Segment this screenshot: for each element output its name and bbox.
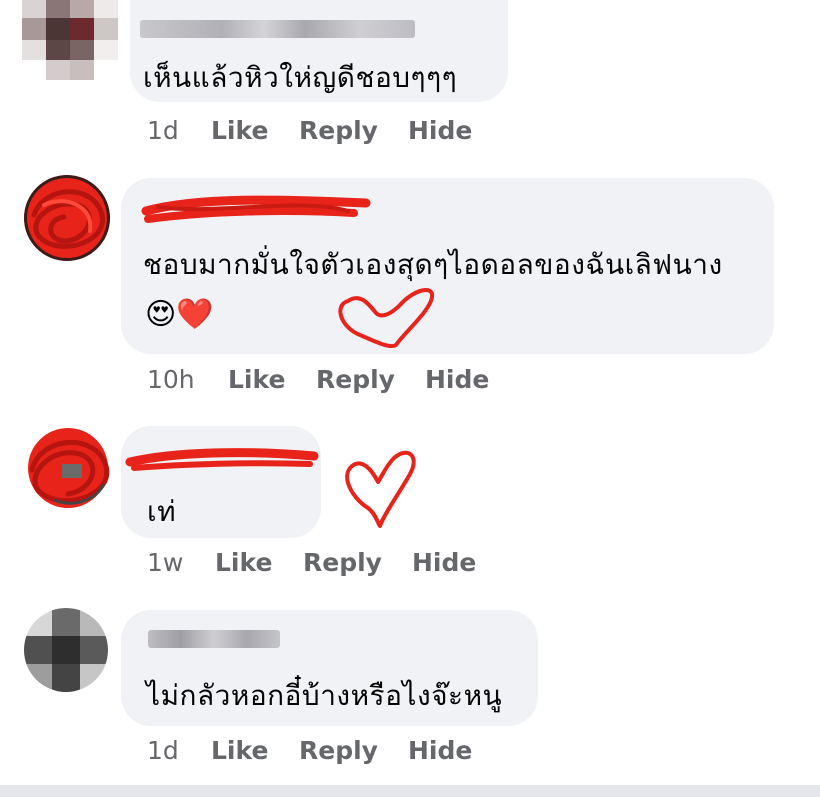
like-button[interactable]: Like [228, 365, 285, 394]
hide-button[interactable]: Hide [408, 736, 472, 765]
like-button[interactable]: Like [211, 736, 268, 765]
reply-button[interactable]: Reply [316, 365, 395, 394]
comment-actions: 1d Like Reply Hide [147, 116, 547, 150]
hide-button[interactable]: Hide [408, 116, 472, 145]
comment-timestamp: 10h [147, 365, 195, 394]
comment-3: เท่ 1w Like Reply Hide [0, 424, 820, 594]
author-name-redacted[interactable] [148, 630, 280, 648]
comment-text: ไม่กลัวหอกอี๋บ้างหรือไงจ๊ะหนู [146, 679, 503, 712]
comment-thread: เห็นแล้วหิวให่ญดีชอบๆๆๆ 1d Like Reply Hi… [0, 0, 820, 797]
red-scribble-icon [24, 175, 110, 261]
comment-actions: 10h Like Reply Hide [147, 365, 547, 399]
comment-text: ชอบมากมั่นใจตัวเองสุดๆไอดอลของฉันเลิฟนาง [143, 248, 723, 281]
hide-button[interactable]: Hide [412, 548, 476, 577]
avatar-redacted[interactable] [24, 175, 110, 261]
comment-1: เห็นแล้วหิวให่ญดีชอบๆๆๆ 1d Like Reply Hi… [0, 0, 820, 160]
comment-actions: 1d Like Reply Hide [147, 736, 547, 770]
comment-text: เท่ [147, 495, 177, 528]
comment-text: เห็นแล้วหิวให่ญดีชอบๆๆๆ [143, 61, 458, 94]
comment-timestamp: 1w [147, 548, 184, 577]
comment-timestamp: 1d [147, 736, 179, 765]
avatar-pixelated[interactable] [24, 608, 108, 692]
bottom-divider [0, 785, 820, 797]
like-button[interactable]: Like [215, 548, 272, 577]
like-button[interactable]: Like [211, 116, 268, 145]
hide-button[interactable]: Hide [425, 365, 489, 394]
reply-button[interactable]: Reply [303, 548, 382, 577]
comment-timestamp: 1d [147, 116, 179, 145]
emoji-reaction: 😍❤️ [145, 297, 214, 332]
comment-actions: 1w Like Reply Hide [147, 548, 547, 582]
red-scribble-icon [28, 428, 110, 508]
comment-2: ชอบมากมั่นใจตัวเองสุดๆไอดอลของฉันเลิฟนาง… [0, 175, 820, 415]
reply-button[interactable]: Reply [299, 116, 378, 145]
reply-button[interactable]: Reply [299, 736, 378, 765]
avatar-redacted[interactable] [24, 424, 112, 512]
author-name-redacted[interactable] [140, 20, 415, 38]
comment-4: ไม่กลัวหอกอี๋บ้างหรือไงจ๊ะหนู 1d Like Re… [0, 604, 820, 784]
heart-doodle-icon [345, 450, 416, 528]
avatar-pixelated[interactable] [22, 0, 118, 80]
